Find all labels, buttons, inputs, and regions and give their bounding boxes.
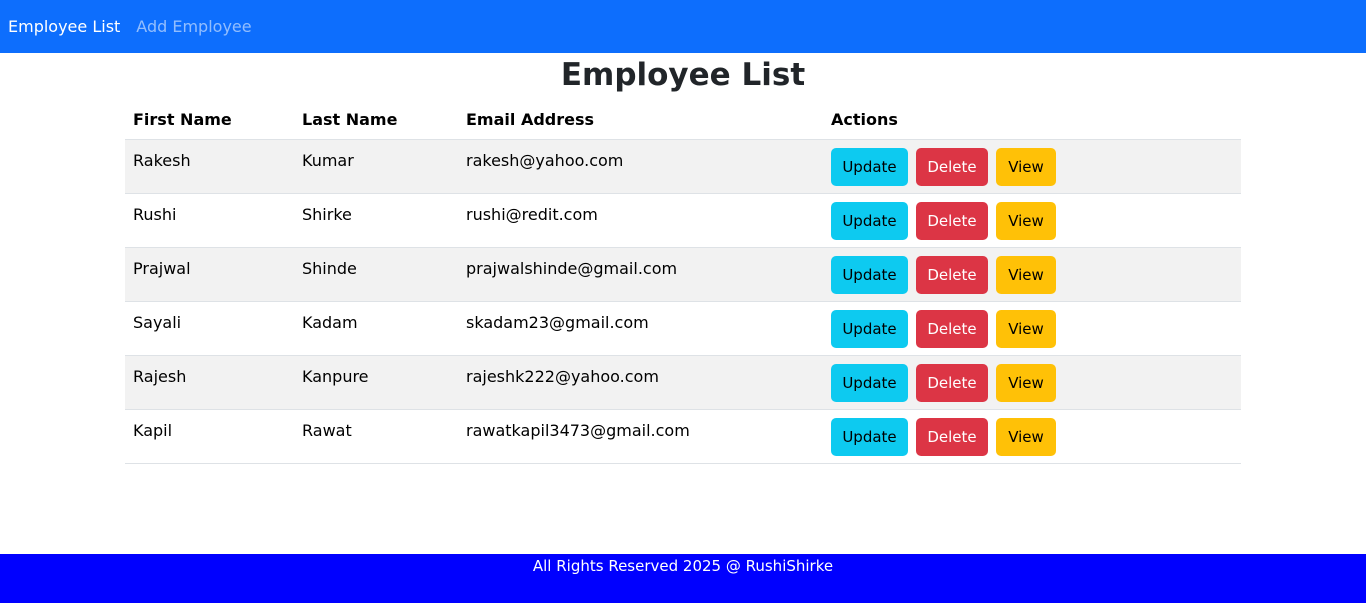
nav-add-employee-link[interactable]: Add Employee <box>136 17 251 36</box>
employee-table: First Name Last Name Email Address Actio… <box>125 100 1241 464</box>
view-button[interactable]: View <box>996 148 1056 186</box>
first-name-cell: Prajwal <box>125 247 294 302</box>
update-button[interactable]: Update <box>831 310 908 348</box>
table-row: Prajwal Shinde prajwalshinde@gmail.com U… <box>125 247 1241 302</box>
email-cell: skadam23@gmail.com <box>458 301 823 356</box>
header-last-name: Last Name <box>294 100 458 140</box>
view-button[interactable]: View <box>996 364 1056 402</box>
delete-button[interactable]: Delete <box>916 202 988 240</box>
nav-employee-list-link[interactable]: Employee List <box>8 17 120 36</box>
first-name-cell: Rakesh <box>125 139 294 194</box>
view-button[interactable]: View <box>996 310 1056 348</box>
update-button[interactable]: Update <box>831 256 908 294</box>
update-button[interactable]: Update <box>831 148 908 186</box>
first-name-cell: Rajesh <box>125 355 294 410</box>
header-email-address: Email Address <box>458 100 823 140</box>
delete-button[interactable]: Delete <box>916 310 988 348</box>
last-name-cell: Shirke <box>294 193 458 248</box>
last-name-cell: Kadam <box>294 301 458 356</box>
email-cell: rawatkapil3473@gmail.com <box>458 409 823 464</box>
delete-button[interactable]: Delete <box>916 148 988 186</box>
last-name-cell: Shinde <box>294 247 458 302</box>
table-row: Kapil Rawat rawatkapil3473@gmail.com Upd… <box>125 409 1241 464</box>
actions-cell: Update Delete View <box>823 193 1241 248</box>
actions-cell: Update Delete View <box>823 409 1241 464</box>
actions-cell: Update Delete View <box>823 355 1241 410</box>
last-name-cell: Rawat <box>294 409 458 464</box>
update-button[interactable]: Update <box>831 364 908 402</box>
actions-cell: Update Delete View <box>823 139 1241 194</box>
page-title: Employee List <box>560 57 806 93</box>
email-cell: rakesh@yahoo.com <box>458 139 823 194</box>
header-first-name: First Name <box>125 100 294 140</box>
view-button[interactable]: View <box>996 418 1056 456</box>
view-button[interactable]: View <box>996 202 1056 240</box>
first-name-cell: Sayali <box>125 301 294 356</box>
update-button[interactable]: Update <box>831 202 908 240</box>
view-button[interactable]: View <box>996 256 1056 294</box>
table-row: Rajesh Kanpure rajeshk222@yahoo.com Upda… <box>125 355 1241 410</box>
email-cell: prajwalshinde@gmail.com <box>458 247 823 302</box>
email-cell: rushi@redit.com <box>458 193 823 248</box>
header-actions: Actions <box>823 100 1241 140</box>
delete-button[interactable]: Delete <box>916 364 988 402</box>
first-name-cell: Kapil <box>125 409 294 464</box>
table-row: Sayali Kadam skadam23@gmail.com Update De… <box>125 301 1241 356</box>
last-name-cell: Kanpure <box>294 355 458 410</box>
last-name-cell: Kumar <box>294 139 458 194</box>
update-button[interactable]: Update <box>831 418 908 456</box>
footer-copyright-text: All Rights Reserved 2025 @ RushiShirke <box>532 557 834 575</box>
delete-button[interactable]: Delete <box>916 256 988 294</box>
actions-cell: Update Delete View <box>823 301 1241 356</box>
email-cell: rajeshk222@yahoo.com <box>458 355 823 410</box>
table-header-row: First Name Last Name Email Address Actio… <box>125 100 1241 140</box>
top-navbar: Employee List Add Employee <box>0 0 1366 53</box>
actions-cell: Update Delete View <box>823 247 1241 302</box>
first-name-cell: Rushi <box>125 193 294 248</box>
delete-button[interactable]: Delete <box>916 418 988 456</box>
page-footer: All Rights Reserved 2025 @ RushiShirke <box>0 554 1366 603</box>
table-row: Rushi Shirke rushi@redit.com Update Delet… <box>125 193 1241 248</box>
table-row: Rakesh Kumar rakesh@yahoo.com Update Dele… <box>125 139 1241 194</box>
